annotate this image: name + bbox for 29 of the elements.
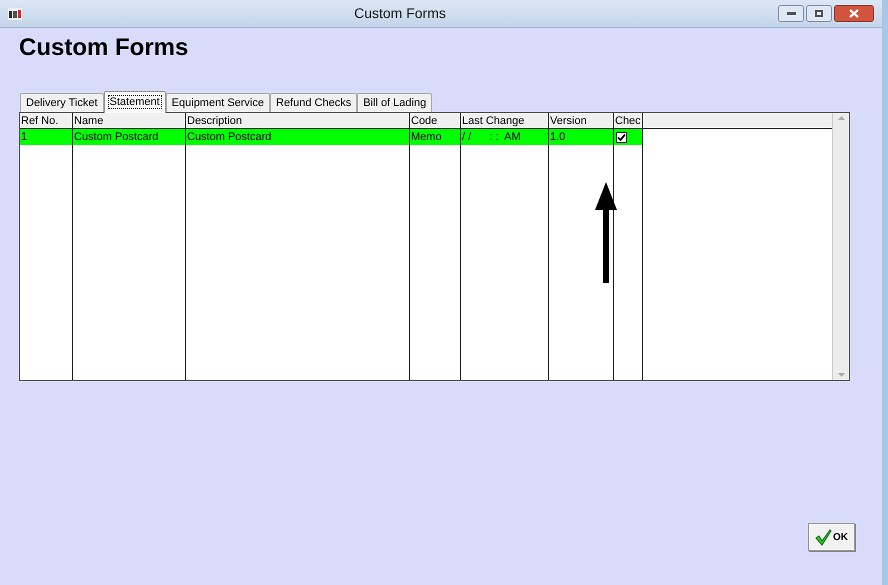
- column-header[interactable]: Description: [186, 113, 409, 129]
- tab[interactable]: Equipment Service: [166, 93, 270, 112]
- column-header[interactable]: Name: [73, 113, 185, 129]
- ok-button[interactable]: OK: [808, 523, 855, 551]
- column-header[interactable]: Last Change: [461, 113, 548, 129]
- maximize-button[interactable]: [806, 5, 832, 22]
- column-header[interactable]: Chec: [614, 113, 642, 129]
- arrow-icon: [595, 182, 617, 283]
- table-cell: Memo: [410, 129, 460, 145]
- column-header[interactable]: Version: [549, 113, 613, 129]
- tab[interactable]: Bill of Lading: [357, 93, 432, 112]
- app-logo-icon: [8, 8, 22, 20]
- close-icon: [849, 9, 859, 18]
- table-cell: 1.0: [549, 129, 613, 145]
- checkmark-icon: [815, 528, 832, 546]
- column-header[interactable]: Ref No.: [20, 113, 72, 129]
- tab[interactable]: Statement: [104, 91, 166, 113]
- page-heading: Custom Forms: [19, 33, 190, 63]
- close-button[interactable]: [834, 5, 874, 22]
- table-cell: / / : : AM: [461, 129, 548, 145]
- table-cell: Custom Postcard: [73, 129, 185, 145]
- table-cell: 1: [20, 129, 72, 145]
- tab[interactable]: Delivery Ticket: [20, 93, 104, 112]
- minimize-button[interactable]: [778, 5, 804, 22]
- table-cell: Custom Postcard: [186, 129, 409, 145]
- checkbox[interactable]: [616, 132, 627, 142]
- tab[interactable]: Refund Checks: [270, 93, 358, 112]
- column-header[interactable]: Code: [410, 113, 460, 129]
- window-title: Custom Forms: [353, 4, 447, 23]
